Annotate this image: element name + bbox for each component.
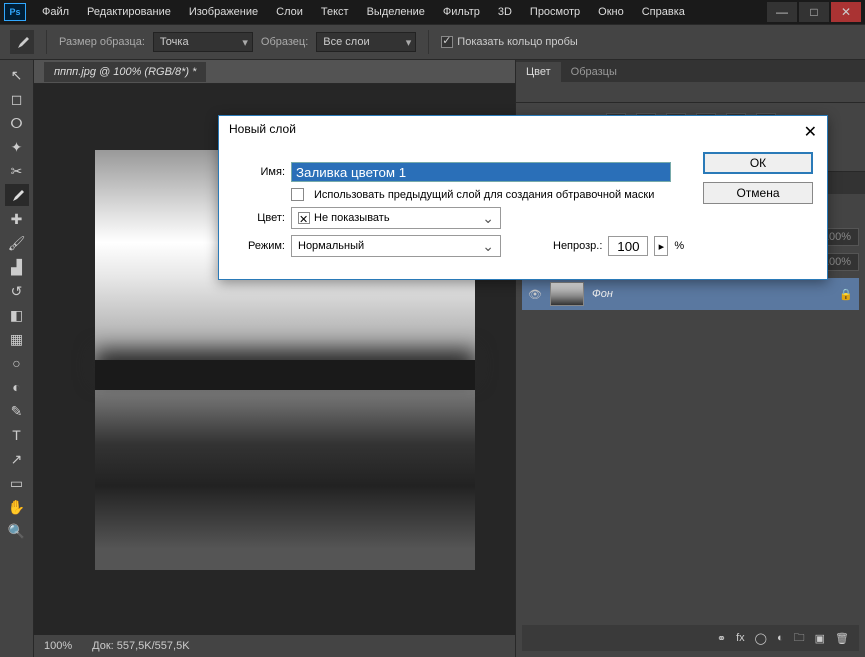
visibility-icon[interactable]: 👁 (528, 288, 542, 301)
layer-thumbnail (550, 282, 584, 306)
mode-select[interactable]: Нормальный (291, 235, 501, 257)
marquee-tool-icon[interactable]: ◻ (5, 88, 29, 110)
color-value: Не показывать (314, 212, 390, 224)
color-row: Цвет: ✕ Не показывать (233, 207, 813, 229)
dialog-titlebar: Новый слой ✕ (219, 116, 827, 148)
menu-select[interactable]: Выделение (359, 3, 433, 21)
eyedropper-tool-icon[interactable] (5, 184, 29, 206)
menu-image[interactable]: Изображение (181, 3, 266, 21)
menu-3d[interactable]: 3D (490, 3, 520, 21)
gradient-tool-icon[interactable]: ▦ (5, 328, 29, 350)
dialog-close-icon[interactable]: ✕ (804, 122, 817, 142)
move-tool-icon[interactable]: ↖ (5, 64, 29, 86)
opacity-label: Непрозр.: (553, 240, 602, 252)
dialog-buttons: ОК Отмена (703, 152, 813, 204)
eyedropper-preset-icon[interactable] (10, 30, 34, 54)
menubar: Файл Редактирование Изображение Слои Тек… (34, 3, 765, 21)
wand-tool-icon[interactable]: ✦ (5, 136, 29, 158)
sample-size-label: Размер образца: (59, 36, 145, 48)
stamp-tool-icon[interactable]: ▟ (5, 256, 29, 278)
ok-button[interactable]: ОК (703, 152, 813, 174)
type-tool-icon[interactable]: T (5, 424, 29, 446)
path-tool-icon[interactable]: ↗ (5, 448, 29, 470)
show-ring-label: Показать кольцо пробы (457, 36, 578, 48)
menu-window[interactable]: Окно (590, 3, 632, 21)
layer-name[interactable]: Фон (592, 288, 831, 300)
show-ring-checkbox[interactable]: Показать кольцо пробы (441, 36, 578, 48)
sample-size-select[interactable]: Точка (153, 32, 253, 52)
link-icon[interactable]: ⚭ (717, 632, 726, 645)
dialog-title: Новый слой (229, 122, 296, 142)
fx-icon[interactable]: fx (736, 632, 745, 644)
layers-footer: ⚭ fx ◯ ◐ 🗀 ▣ 🗑 (522, 625, 859, 651)
x-swatch-icon: ✕ (298, 212, 310, 224)
hand-tool-icon[interactable]: ✋ (5, 496, 29, 518)
new-layer-icon[interactable]: ▣ (815, 632, 825, 645)
zoom-tool-icon[interactable]: 🔍 (5, 520, 29, 542)
close-button[interactable]: ✕ (831, 2, 861, 22)
group-icon[interactable]: 🗀 (794, 629, 805, 648)
divider (428, 30, 429, 54)
dialog-body: ОК Отмена Имя: Использовать предыдущий с… (219, 148, 827, 279)
trash-icon[interactable]: 🗑 (835, 632, 849, 645)
tab-color[interactable]: Цвет (516, 62, 561, 82)
mode-label: Режим: (233, 240, 285, 252)
new-layer-dialog: Новый слой ✕ ОК Отмена Имя: Использовать… (218, 115, 828, 280)
opacity-input[interactable] (608, 236, 648, 256)
history-tool-icon[interactable]: ↺ (5, 280, 29, 302)
pen-tool-icon[interactable]: ✎ (5, 400, 29, 422)
sample-label: Образец: (261, 36, 308, 48)
tab-swatches[interactable]: Образцы (561, 62, 627, 82)
layer-row-background[interactable]: 👁 Фон 🔒 (522, 278, 859, 310)
titlebar: Ps Файл Редактирование Изображение Слои … (0, 0, 865, 24)
brush-tool-icon[interactable]: 🖌 (5, 232, 29, 254)
color-label: Цвет: (233, 212, 285, 224)
cancel-button[interactable]: Отмена (703, 182, 813, 204)
app-logo-icon: Ps (4, 3, 26, 21)
menu-layers[interactable]: Слои (268, 3, 311, 21)
color-select[interactable]: ✕ Не показывать (291, 207, 501, 229)
doc-size-value: 557,5K/557,5K (117, 640, 190, 652)
blur-tool-icon[interactable]: ○ (5, 352, 29, 374)
lasso-tool-icon[interactable]: ⵔ (5, 112, 29, 134)
color-panel: Цвет Образцы (516, 60, 865, 103)
lock-icon: 🔒 (839, 288, 853, 301)
crop-tool-icon[interactable]: ✂ (5, 160, 29, 182)
menu-text[interactable]: Текст (313, 3, 357, 21)
name-label: Имя: (233, 166, 285, 178)
divider (46, 30, 47, 54)
opacity-spinner[interactable]: ▸ (654, 236, 668, 256)
name-input[interactable] (291, 162, 671, 182)
status-bar: 100% Док: 557,5K/557,5K (34, 635, 515, 657)
mask-icon[interactable]: ◯ (755, 632, 767, 645)
menu-edit[interactable]: Редактирование (79, 3, 179, 21)
dodge-tool-icon[interactable]: ◐ (5, 376, 29, 398)
color-panel-tabs: Цвет Образцы (516, 60, 865, 82)
toolbox: ↖ ◻ ⵔ ✦ ✂ ✚ 🖌 ▟ ↺ ◧ ▦ ○ ◐ ✎ T ↗ ▭ ✋ 🔍 (0, 60, 34, 657)
menu-help[interactable]: Справка (634, 3, 693, 21)
mode-row: Режим: Нормальный Непрозр.: ▸ % (233, 235, 813, 257)
clip-mask-label: Использовать предыдущий слой для создани… (314, 189, 654, 201)
checkbox-icon (291, 188, 304, 201)
document-tabs: пппп.jpg @ 100% (RGB/8*) * (34, 60, 515, 84)
menu-file[interactable]: Файл (34, 3, 77, 21)
checkbox-icon (441, 36, 453, 48)
zoom-value[interactable]: 100% (44, 640, 72, 652)
menu-filter[interactable]: Фильтр (435, 3, 488, 21)
doc-size: Док: 557,5K/557,5K (92, 640, 189, 652)
shape-tool-icon[interactable]: ▭ (5, 472, 29, 494)
heal-tool-icon[interactable]: ✚ (5, 208, 29, 230)
doc-size-label: Док: (92, 640, 114, 652)
eraser-tool-icon[interactable]: ◧ (5, 304, 29, 326)
minimize-button[interactable]: — (767, 2, 797, 22)
document-tab[interactable]: пппп.jpg @ 100% (RGB/8*) * (44, 62, 206, 82)
color-panel-body (516, 82, 865, 102)
fill-adj-icon[interactable]: ◐ (777, 632, 784, 644)
sample-select[interactable]: Все слои (316, 32, 416, 52)
opacity-unit: % (674, 240, 684, 252)
window-controls: — □ ✕ (765, 2, 861, 22)
maximize-button[interactable]: □ (799, 2, 829, 22)
options-bar: Размер образца: Точка Образец: Все слои … (0, 24, 865, 60)
menu-view[interactable]: Просмотр (522, 3, 588, 21)
